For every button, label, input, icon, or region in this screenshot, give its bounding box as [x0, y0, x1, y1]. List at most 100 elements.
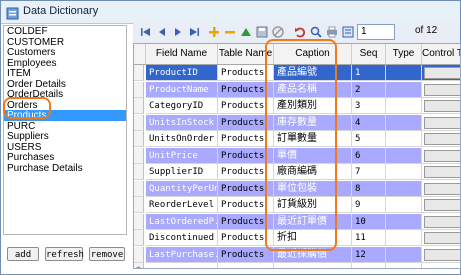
table-list-item[interactable]: Orders: [4, 100, 126, 111]
new-row-cell[interactable]: [274, 263, 352, 268]
row-selector[interactable]: [134, 65, 144, 81]
cell-type[interactable]: [386, 81, 422, 98]
control-type-button[interactable]: [424, 166, 460, 178]
cell-field[interactable]: UnitPrice: [146, 147, 218, 164]
add-button[interactable]: add: [7, 247, 39, 261]
cell-table[interactable]: Products: [218, 98, 274, 114]
control-type-button[interactable]: [424, 182, 460, 195]
row-selector[interactable]: [134, 147, 144, 164]
cell-caption[interactable]: 庫存數量: [274, 114, 352, 131]
row-selector[interactable]: [134, 81, 144, 98]
cell-ctrl[interactable]: [422, 164, 460, 180]
cell-caption[interactable]: 最近採購價: [274, 246, 352, 263]
control-type-button[interactable]: [424, 199, 460, 211]
cell-field[interactable]: ReorderLevel: [146, 197, 218, 213]
row-selector[interactable]: [134, 131, 144, 147]
column-header-field-name[interactable]: Field Name: [146, 44, 218, 64]
control-type-button[interactable]: [424, 248, 460, 261]
table-row[interactable]: CategoryID Products 產別類別 3: [134, 98, 460, 114]
control-type-button[interactable]: [424, 133, 460, 145]
new-row-cell[interactable]: [422, 263, 460, 268]
delete-record-icon[interactable]: [223, 25, 237, 39]
cell-field[interactable]: Discontinued: [146, 230, 218, 246]
cell-type[interactable]: [386, 131, 422, 147]
cell-caption[interactable]: 訂單數量: [274, 131, 352, 147]
column-header-caption[interactable]: Caption: [274, 44, 352, 64]
cell-field[interactable]: QuantityPerUnit: [146, 180, 218, 197]
cell-type[interactable]: [386, 147, 422, 164]
cell-table[interactable]: Products: [218, 213, 274, 230]
cell-ctrl[interactable]: [422, 98, 460, 114]
cell-seq[interactable]: 7: [352, 164, 386, 180]
cell-field[interactable]: SupplierID: [146, 164, 218, 180]
control-type-button[interactable]: [424, 83, 460, 96]
cell-ctrl[interactable]: [422, 65, 460, 81]
cell-field[interactable]: ProductID: [146, 65, 218, 81]
tables-list[interactable]: COLDEF CUSTOMER Customers Employees ITEM Orde…: [3, 25, 127, 235]
column-header-type[interactable]: Type: [386, 44, 422, 64]
cancel-icon[interactable]: [271, 25, 285, 39]
row-selector[interactable]: [134, 213, 144, 230]
cell-field[interactable]: UnitsOnOrder: [146, 131, 218, 147]
cell-seq[interactable]: 12: [352, 246, 386, 263]
cell-seq[interactable]: 2: [352, 81, 386, 98]
cell-field[interactable]: CategoryID: [146, 98, 218, 114]
table-list-item[interactable]: ITEM: [4, 68, 126, 79]
edit-icon[interactable]: [239, 25, 253, 39]
table-row[interactable]: ReorderLevel Products 訂貨級別 9: [134, 197, 460, 213]
print-icon[interactable]: [325, 25, 339, 39]
new-row[interactable]: *: [134, 263, 460, 268]
row-selector[interactable]: [134, 98, 144, 114]
row-selector[interactable]: [134, 197, 144, 213]
table-row[interactable]: SupplierID Products 廠商編碼 7: [134, 164, 460, 180]
fields-grid[interactable]: Field Name Table Name Caption Seq Type C…: [133, 43, 461, 269]
move-previous-icon[interactable]: [155, 25, 169, 39]
cell-ctrl[interactable]: [422, 230, 460, 246]
new-row-cell[interactable]: [146, 263, 218, 268]
column-header-control-type[interactable]: Control T: [422, 44, 460, 64]
column-header-table-name[interactable]: Table Name: [218, 44, 274, 64]
control-type-button[interactable]: [424, 67, 460, 79]
table-list-item[interactable]: Order Details: [4, 79, 126, 90]
cell-caption[interactable]: 折扣: [274, 230, 352, 246]
cell-ctrl[interactable]: [422, 82, 460, 98]
cell-seq[interactable]: 1: [352, 65, 386, 81]
cell-type[interactable]: [386, 180, 422, 197]
cell-table[interactable]: Products: [218, 164, 274, 180]
cell-caption[interactable]: 訂貨級別: [274, 197, 352, 213]
cell-seq[interactable]: 5: [352, 131, 386, 147]
row-selector[interactable]: [134, 230, 144, 246]
cell-type[interactable]: [386, 114, 422, 131]
cell-table[interactable]: Products: [218, 147, 274, 164]
cell-seq[interactable]: 9: [352, 197, 386, 213]
row-selector[interactable]: [134, 180, 144, 197]
cell-field[interactable]: UnitsInStock: [146, 114, 218, 131]
table-list-item[interactable]: Purchases: [4, 152, 126, 163]
table-list-item[interactable]: USERS: [4, 142, 126, 153]
save-icon[interactable]: [255, 25, 269, 39]
new-row-cell[interactable]: [218, 263, 274, 268]
table-list-item[interactable]: COLDEF: [4, 26, 126, 37]
cell-seq[interactable]: 10: [352, 213, 386, 230]
cell-table[interactable]: Products: [218, 180, 274, 197]
page-number-input[interactable]: 1: [357, 24, 395, 40]
cell-ctrl[interactable]: [422, 197, 460, 213]
cell-caption[interactable]: 廠商編碼: [274, 164, 352, 180]
cell-seq[interactable]: 11: [352, 230, 386, 246]
cell-table[interactable]: Products: [218, 65, 274, 81]
cell-field[interactable]: ProductName: [146, 81, 218, 98]
cell-table[interactable]: Products: [218, 81, 274, 98]
table-row[interactable]: ProductID Products 產品編號 1: [134, 65, 460, 81]
table-row[interactable]: QuantityPerUnitProducts單位包裝8: [134, 180, 460, 197]
cell-field[interactable]: LastOrderedP...: [146, 213, 218, 230]
cell-ctrl[interactable]: [422, 148, 460, 164]
search-icon[interactable]: [309, 25, 323, 39]
table-row[interactable]: LastPurchase...Products最近採購價12: [134, 246, 460, 263]
table-list-item[interactable]: CUSTOMER: [4, 37, 126, 48]
cell-ctrl[interactable]: [422, 181, 460, 197]
cell-ctrl[interactable]: [422, 247, 460, 263]
new-row-cell[interactable]: [386, 263, 422, 268]
cell-caption[interactable]: 產品名稱: [274, 81, 352, 98]
undo-icon[interactable]: [293, 25, 307, 39]
control-type-button[interactable]: [424, 100, 460, 112]
